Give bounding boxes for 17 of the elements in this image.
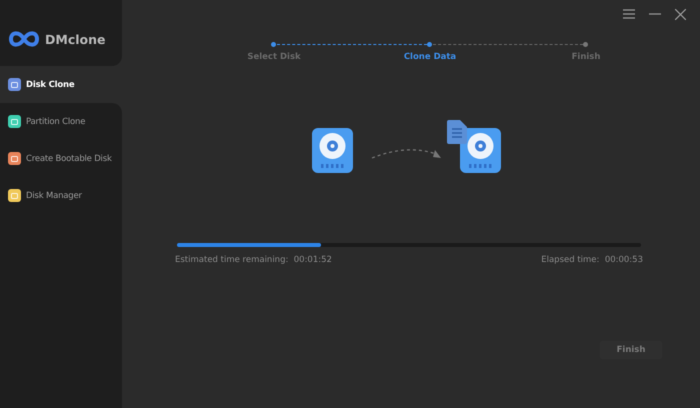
step-dot	[271, 42, 276, 47]
sidebar-item[interactable]: Partition Clone	[0, 103, 122, 140]
step-label: Clone Data	[404, 52, 456, 62]
sidebar-item[interactable]: Create Bootable Disk	[0, 140, 122, 177]
document-icon	[447, 120, 467, 144]
step-label: Select Disk	[247, 52, 301, 62]
step-dot	[583, 42, 588, 47]
step-label: Finish	[572, 52, 600, 62]
app-name: DMclone	[45, 32, 106, 46]
menu-icon[interactable]	[623, 9, 635, 19]
sidebar-item[interactable]: Disk Manager	[0, 177, 122, 214]
elapsed-time: Elapsed time: 00:00:53	[541, 255, 643, 265]
arrow-icon	[372, 149, 441, 159]
logo-icon	[9, 30, 39, 48]
close-icon[interactable]	[675, 8, 686, 20]
step-dot	[427, 42, 432, 47]
estimated-time: Estimated time remaining: 00:01:52	[175, 255, 332, 265]
